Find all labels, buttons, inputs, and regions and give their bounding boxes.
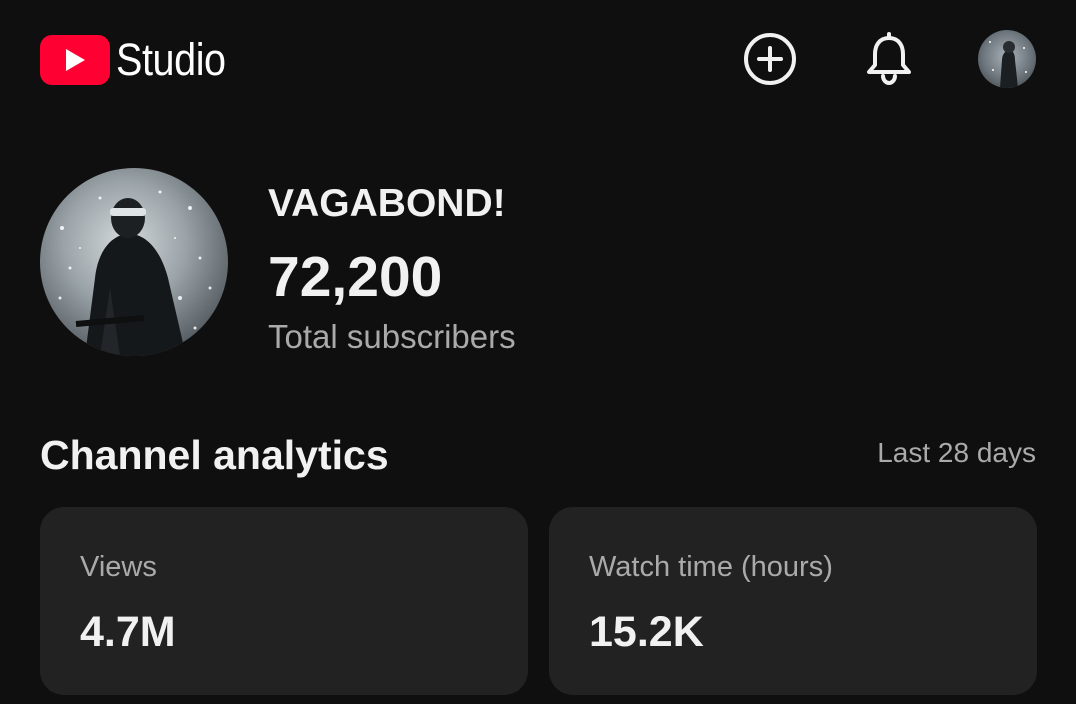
watch-time-card[interactable]: Watch time (hours) 15.2K [549, 507, 1037, 695]
views-label: Views [80, 551, 157, 583]
watch-time-value: 15.2K [589, 608, 704, 656]
create-button[interactable] [741, 30, 799, 88]
youtube-play-icon [40, 35, 110, 85]
studio-dashboard: Studio VAGABOND! 72,200 Total subscriber… [0, 0, 1076, 704]
notifications-button[interactable] [860, 30, 918, 88]
subscriber-label: Total subscribers [268, 318, 516, 355]
views-value: 4.7M [80, 608, 176, 656]
views-card[interactable]: Views 4.7M [40, 507, 528, 695]
create-plus-icon [744, 33, 796, 85]
analytics-title: Channel analytics [40, 432, 389, 478]
logo-text: Studio [116, 34, 226, 85]
channel-name: VAGABOND! [268, 182, 506, 225]
studio-logo[interactable]: Studio [40, 34, 241, 86]
bell-icon [867, 32, 911, 86]
watch-time-label: Watch time (hours) [589, 551, 833, 583]
account-avatar[interactable] [978, 30, 1036, 88]
subscriber-count: 72,200 [268, 245, 443, 309]
channel-avatar[interactable] [40, 168, 228, 356]
date-range-link[interactable]: Last 28 days [877, 437, 1036, 469]
